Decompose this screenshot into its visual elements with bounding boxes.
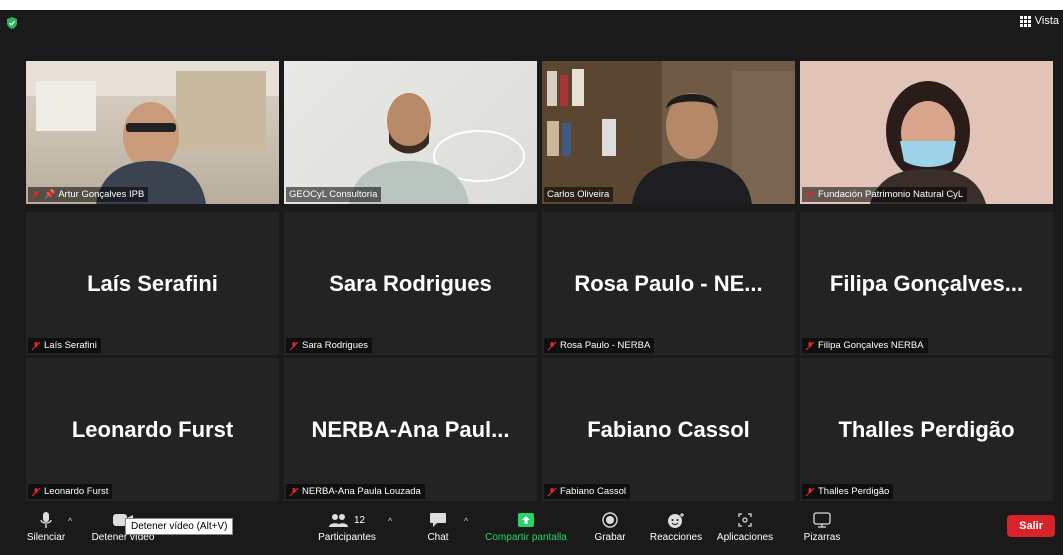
participants-options-caret-icon[interactable]: ^ xyxy=(388,516,392,526)
share-screen-button[interactable]: Compartir pantalla xyxy=(480,510,572,545)
participant-label: Carlos Oliveira xyxy=(544,187,614,202)
security-shield-icon[interactable] xyxy=(5,16,19,30)
participants-label: Participantes xyxy=(318,532,376,543)
name-tile[interactable]: NERBA-Ana Paul... NERBA-Ana Paula Louzad… xyxy=(284,358,537,501)
share-screen-icon xyxy=(518,513,534,527)
participant-name: Filipa Gonçalves NERBA xyxy=(818,340,924,351)
participant-video xyxy=(26,61,279,204)
mic-muted-icon xyxy=(289,487,299,496)
participant-label: Laís Serafini xyxy=(28,338,101,353)
participant-label: Fabiano Cassol xyxy=(544,484,631,499)
record-label: Grabar xyxy=(594,532,626,543)
meeting-window: Vista 📌 Artur Gonçalves IPB GEOCyL Consu… xyxy=(0,10,1063,555)
mic-muted-icon xyxy=(547,341,557,350)
participant-name: NERBA-Ana Paula Louzada xyxy=(302,486,421,497)
participant-video xyxy=(284,61,537,204)
participant-count: 12 xyxy=(353,514,366,526)
participant-name: Laís Serafini xyxy=(44,340,97,351)
mic-muted-icon xyxy=(289,341,299,350)
participant-label: Thalles Perdigão xyxy=(802,484,894,499)
participant-name: Leonardo Furst xyxy=(44,486,109,497)
whiteboards-label: Pizarras xyxy=(803,532,841,543)
participant-name: GEOCyL Consultoria xyxy=(289,189,378,200)
stop-video-tooltip: Detener vídeo (Alt+V) xyxy=(125,518,234,535)
participant-name: Fundación Patrimonio Natural CyL xyxy=(818,189,964,200)
reactions-label: Reacciones xyxy=(649,532,703,543)
mic-muted-icon xyxy=(805,487,815,496)
participant-name: Artur Gonçalves IPB xyxy=(58,189,145,200)
apps-button[interactable]: Aplicaciones xyxy=(712,510,778,545)
participant-label: GEOCyL Consultoria xyxy=(286,187,382,202)
video-tile-geocyl[interactable]: GEOCyL Consultoria xyxy=(284,61,537,204)
record-button[interactable]: Grabar xyxy=(588,510,632,545)
pin-icon: 📌 xyxy=(44,189,56,199)
mic-muted-icon xyxy=(31,341,41,350)
mic-muted-icon xyxy=(805,190,815,199)
participant-name: Rosa Paulo - NERBA xyxy=(560,340,651,351)
participant-display-name: NERBA-Ana Paul... xyxy=(311,416,510,442)
participant-display-name: Rosa Paulo - NE... xyxy=(574,270,763,296)
participants-icon xyxy=(328,514,348,527)
leave-button[interactable]: Salir xyxy=(1007,515,1055,537)
mic-muted-icon xyxy=(805,341,815,350)
whiteboard-icon xyxy=(813,512,831,528)
mute-button[interactable]: Silenciar xyxy=(22,510,70,545)
microphone-icon xyxy=(40,512,52,528)
participant-label: 📌 Artur Gonçalves IPB xyxy=(28,187,149,202)
participant-video xyxy=(542,61,795,204)
mute-options-caret-icon[interactable]: ^ xyxy=(68,516,72,526)
name-tile[interactable]: Thalles Perdigão Thalles Perdigão xyxy=(800,358,1053,501)
mic-muted-icon xyxy=(31,487,41,496)
video-tile-fundacion[interactable]: Fundación Patrimonio Natural CyL xyxy=(800,61,1053,204)
participant-name: Fabiano Cassol xyxy=(560,486,627,497)
mic-muted-icon xyxy=(31,190,41,199)
name-tile[interactable]: Sara Rodrigues Sara Rodrigues xyxy=(284,212,537,355)
participant-display-name: Laís Serafini xyxy=(87,270,218,296)
participant-label: Fundación Patrimonio Natural CyL xyxy=(802,187,968,202)
participant-video xyxy=(800,61,1053,204)
view-button[interactable]: Vista xyxy=(1019,15,1059,27)
view-label: Vista xyxy=(1034,15,1059,27)
participant-label: Rosa Paulo - NERBA xyxy=(544,338,655,353)
record-icon xyxy=(602,512,618,528)
share-screen-label: Compartir pantalla xyxy=(485,532,567,543)
participant-display-name: Leonardo Furst xyxy=(71,416,234,442)
participant-label: Sara Rodrigues xyxy=(286,338,373,353)
participants-button[interactable]: 12 Participantes xyxy=(312,510,382,545)
participant-name: Sara Rodrigues xyxy=(302,340,369,351)
reactions-smiley-icon xyxy=(668,513,684,528)
reactions-button[interactable]: Reacciones xyxy=(646,510,706,545)
video-tile-artur[interactable]: 📌 Artur Gonçalves IPB xyxy=(26,61,279,204)
chat-label: Chat xyxy=(427,532,449,543)
name-tile[interactable]: Filipa Gonçalves... Filipa Gonçalves NER… xyxy=(800,212,1053,355)
participant-display-name: Fabiano Cassol xyxy=(587,416,750,442)
name-tile[interactable]: Laís Serafini Laís Serafini xyxy=(26,212,279,355)
apps-label: Aplicaciones xyxy=(716,532,774,543)
participant-display-name: Sara Rodrigues xyxy=(329,270,492,296)
chat-button[interactable]: Chat xyxy=(420,510,456,545)
participant-display-name: Thalles Perdigão xyxy=(838,416,1015,442)
participant-name: Carlos Oliveira xyxy=(547,189,610,200)
mute-label: Silenciar xyxy=(26,532,66,543)
chat-icon xyxy=(430,513,446,527)
participant-name: Thalles Perdigão xyxy=(818,486,890,497)
name-tile[interactable]: Leonardo Furst Leonardo Furst xyxy=(26,358,279,501)
chat-options-caret-icon[interactable]: ^ xyxy=(464,516,468,526)
mic-muted-icon xyxy=(547,487,557,496)
participant-label: Filipa Gonçalves NERBA xyxy=(802,338,928,353)
participant-label: NERBA-Ana Paula Louzada xyxy=(286,484,425,499)
name-tile[interactable]: Fabiano Cassol Fabiano Cassol xyxy=(542,358,795,501)
name-tile[interactable]: Rosa Paulo - NE... Rosa Paulo - NERBA xyxy=(542,212,795,355)
participant-label: Leonardo Furst xyxy=(28,484,113,499)
video-tile-carlos[interactable]: Carlos Oliveira xyxy=(542,61,795,204)
grid-view-icon xyxy=(1019,15,1031,27)
participant-display-name: Filipa Gonçalves... xyxy=(829,270,1024,296)
apps-icon xyxy=(738,513,752,527)
whiteboards-button[interactable]: Pizarras xyxy=(798,510,846,545)
